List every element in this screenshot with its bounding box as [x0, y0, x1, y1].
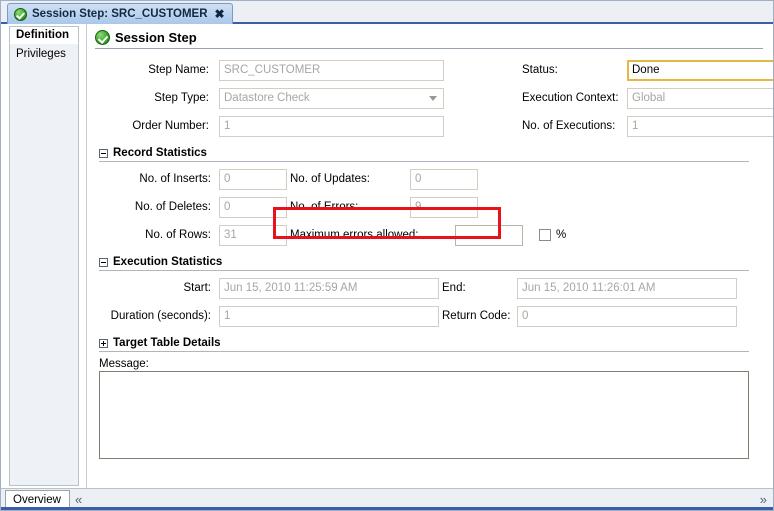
record-statistics-body: No. of Inserts: 0 No. of Updates: 0 No. … [97, 165, 761, 249]
target-table-details-title: Target Table Details [113, 337, 221, 349]
left-nav-list: Definition Privileges [9, 26, 79, 486]
sidebar-item-privileges[interactable]: Privileges [10, 46, 78, 62]
status-label: Status: [522, 64, 558, 76]
execution-context-dropdown[interactable]: Global [627, 87, 773, 109]
end-input[interactable]: Jun 15, 2010 11:26:01 AM [517, 277, 737, 299]
body-split: Definition Privileges Session Step Step … [1, 24, 773, 488]
chevron-right-icon[interactable]: » [760, 493, 767, 506]
form-row-deletes-errors: No. of Deletes: 0 No. of Errors: 9 [97, 193, 761, 221]
percent-label: % [556, 229, 567, 241]
no-of-inserts-label: No. of Inserts: [139, 173, 211, 185]
order-number-label: Order Number: [132, 120, 209, 132]
status-value: Done [632, 63, 660, 76]
no-of-updates-label: No. of Updates: [290, 173, 370, 185]
step-type-label: Step Type: [154, 92, 209, 104]
no-of-inserts-input[interactable]: 0 [219, 168, 287, 190]
execution-statistics-title: Execution Statistics [113, 256, 223, 268]
form-row-duration-returncode: Duration (seconds): 1 Return Code: 0 [97, 302, 761, 330]
execution-statistics-header[interactable]: Execution Statistics [99, 256, 749, 271]
status-dropdown[interactable]: Done [627, 59, 773, 81]
chevron-down-icon [429, 96, 437, 101]
start-label: Start: [183, 282, 211, 294]
page-title: Session Step [115, 30, 197, 45]
form-row-rows-maxerrors: No. of Rows: 31 Maximum errors allowed: … [97, 221, 761, 249]
execution-statistics-body: Start: Jun 15, 2010 11:25:59 AM End: Jun… [97, 274, 761, 330]
order-number-input[interactable]: 1 [219, 115, 444, 137]
definition-form: Step Name: SRC_CUSTOMER Status: Done Ste… [87, 49, 773, 459]
form-row-inserts-updates: No. of Inserts: 0 No. of Updates: 0 [97, 165, 761, 193]
no-of-rows-input[interactable]: 31 [219, 224, 287, 246]
step-type-dropdown[interactable]: Datastore Check [219, 87, 444, 109]
record-statistics-header[interactable]: Record Statistics [99, 147, 749, 162]
message-textarea[interactable] [99, 371, 749, 459]
no-of-errors-label: No. of Errors: [290, 201, 359, 213]
pane-header: Session Step [95, 30, 763, 49]
execution-context-label: Execution Context: [522, 92, 619, 104]
no-of-rows-label: No. of Rows: [145, 229, 211, 241]
execution-context-value: Global [632, 91, 666, 104]
message-label: Message: [99, 358, 149, 370]
green-check-icon [95, 30, 110, 45]
no-of-executions-input[interactable]: 1 [627, 115, 773, 137]
percent-checkbox[interactable] [539, 229, 551, 241]
return-code-label: Return Code: [442, 310, 511, 322]
close-icon[interactable]: ✖ [213, 8, 225, 20]
record-statistics-title: Record Statistics [113, 147, 207, 159]
session-step-window: Session Step: SRC_CUSTOMER ✖ Definition … [0, 0, 774, 511]
editor-tab-session-step[interactable]: Session Step: SRC_CUSTOMER ✖ [7, 3, 233, 24]
no-of-executions-label: No. of Executions: [522, 120, 616, 132]
minus-box-icon[interactable] [99, 148, 108, 158]
chevron-left-icon[interactable]: « [75, 493, 82, 506]
plus-box-icon[interactable] [99, 338, 108, 348]
form-row-order-executions: Order Number: 1 No. of Executions: 1 [97, 112, 773, 140]
no-of-updates-input[interactable]: 0 [410, 168, 478, 190]
duration-input[interactable]: 1 [219, 305, 439, 327]
no-of-deletes-input[interactable]: 0 [219, 196, 287, 218]
editor-tab-strip: Session Step: SRC_CUSTOMER ✖ [1, 1, 773, 24]
no-of-deletes-label: No. of Deletes: [134, 201, 211, 213]
form-row-start-end: Start: Jun 15, 2010 11:25:59 AM End: Jun… [97, 274, 761, 302]
editor-tab-label: Session Step: SRC_CUSTOMER [32, 8, 208, 20]
step-name-input[interactable]: SRC_CUSTOMER [219, 59, 444, 81]
left-nav-panel: Definition Privileges [1, 24, 86, 488]
form-row-step-type-context: Step Type: Datastore Check Execution Con… [97, 84, 773, 112]
status-bar: Overview « » [1, 488, 773, 510]
sidebar-item-label: Privileges [16, 48, 66, 60]
start-input[interactable]: Jun 15, 2010 11:25:59 AM [219, 277, 439, 299]
end-label: End: [442, 282, 466, 294]
maximum-errors-allowed-label: Maximum errors allowed: [290, 229, 419, 241]
duration-label: Duration (seconds): [110, 310, 211, 322]
sidebar-item-definition[interactable]: Definition [9, 26, 79, 44]
no-of-errors-input[interactable]: 9 [410, 196, 478, 218]
sidebar-item-label: Definition [16, 29, 70, 41]
minus-box-icon[interactable] [99, 257, 108, 267]
target-table-details-header[interactable]: Target Table Details [99, 337, 749, 352]
maximum-errors-allowed-input[interactable] [455, 224, 523, 246]
content-pane: Session Step Step Name: SRC_CUSTOMER Sta… [86, 24, 773, 488]
step-type-value: Datastore Check [224, 91, 310, 104]
green-check-icon [14, 7, 27, 21]
return-code-input[interactable]: 0 [517, 305, 737, 327]
step-name-label: Step Name: [148, 64, 209, 76]
form-row-step-name-status: Step Name: SRC_CUSTOMER Status: Done [97, 56, 773, 84]
bottom-accent-rule [1, 507, 773, 510]
